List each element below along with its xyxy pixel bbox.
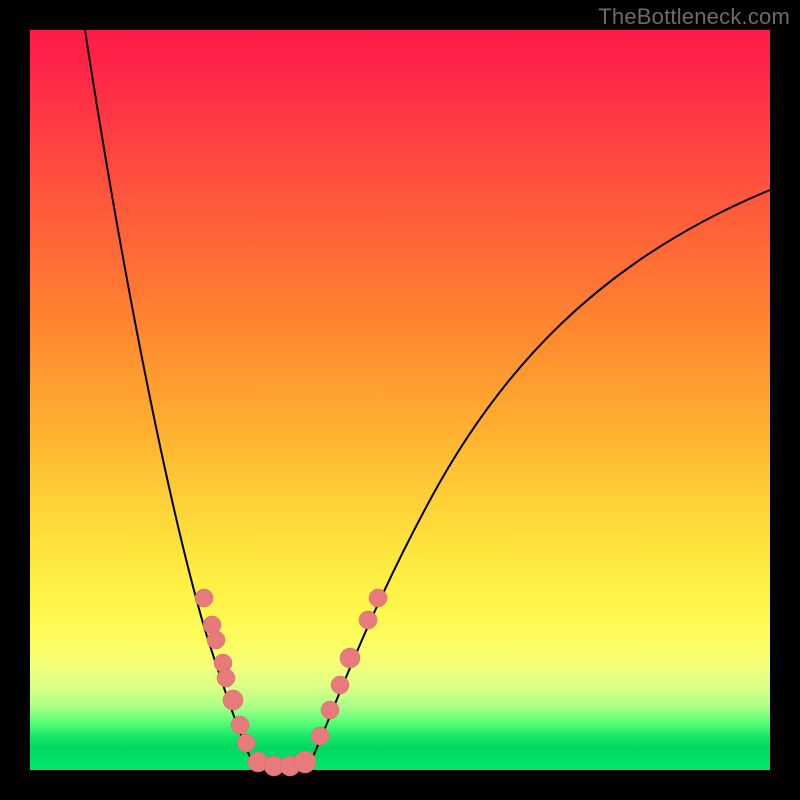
data-point bbox=[311, 727, 329, 745]
plot-area bbox=[30, 30, 770, 770]
points-group bbox=[195, 589, 387, 776]
data-point bbox=[369, 589, 387, 607]
data-point bbox=[237, 734, 255, 752]
data-point bbox=[340, 648, 360, 668]
data-point bbox=[331, 676, 349, 694]
chart-container: TheBottleneck.com bbox=[0, 0, 800, 800]
data-point bbox=[231, 716, 249, 734]
data-point bbox=[223, 690, 243, 710]
curve-group bbox=[85, 30, 770, 770]
curve-right-curve bbox=[311, 190, 770, 761]
data-point bbox=[321, 701, 339, 719]
watermark-text: TheBottleneck.com bbox=[598, 4, 790, 30]
curve-left-curve bbox=[85, 30, 262, 770]
data-point bbox=[207, 631, 225, 649]
data-point bbox=[359, 611, 377, 629]
data-point bbox=[195, 589, 213, 607]
data-point bbox=[294, 751, 316, 773]
data-point bbox=[217, 669, 235, 687]
chart-svg bbox=[30, 30, 770, 770]
